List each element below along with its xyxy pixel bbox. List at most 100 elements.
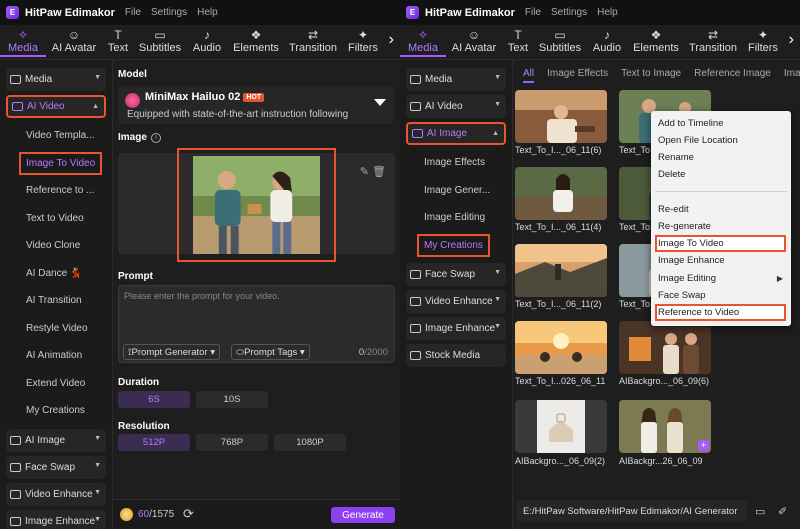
chevron-right-icon[interactable]: › <box>789 31 794 49</box>
menu-image-to-video[interactable]: Image To Video <box>655 235 786 252</box>
tool-subtitles[interactable]: ▭ Subtitles <box>134 25 186 59</box>
sidebar-item-image-enhance[interactable]: Image Enhance ▼ <box>406 317 506 340</box>
sub-item-ai-dance[interactable]: AI Dance 💃 <box>0 260 112 288</box>
menu-settings[interactable]: Settings <box>551 7 587 18</box>
menu-add-to-timeline[interactable]: Add to Timeline <box>651 115 791 132</box>
refresh-icon[interactable]: ⟳ <box>183 506 194 522</box>
caret-down-icon[interactable] <box>374 99 386 106</box>
tool-elements[interactable]: ❖ Elements <box>628 25 684 59</box>
tab-image-effects[interactable]: Image Effects <box>547 68 608 79</box>
sub-item-my-creations[interactable]: My Creations <box>0 397 112 425</box>
menu-open-file-location[interactable]: Open File Location <box>651 132 791 149</box>
chevron-down-icon: ▼ <box>494 323 501 330</box>
thumb-9[interactable] <box>515 400 607 453</box>
tool-subtitles[interactable]: ▭ Subtitles <box>534 25 586 59</box>
sub-item-video-clone[interactable]: Video Clone <box>0 232 112 260</box>
menu-re-generate[interactable]: Re-generate <box>651 218 791 235</box>
sidebar-item-media[interactable]: Media ▼ <box>6 68 106 91</box>
sub-item-ai-animation[interactable]: AI Animation <box>0 342 112 370</box>
menu-delete[interactable]: Delete <box>651 166 791 183</box>
thumb-7[interactable] <box>515 321 607 374</box>
sub-item-reference-to-video[interactable]: Reference to ... <box>0 177 112 205</box>
resolution-768p[interactable]: 768P <box>196 434 268 451</box>
info-icon[interactable]: i <box>150 133 161 143</box>
sub-item-image-generator[interactable]: Image Gener... <box>400 177 512 205</box>
sidebar-item-media[interactable]: Media ▼ <box>406 68 506 91</box>
sub-item-restyle-video[interactable]: Restyle Video <box>0 315 112 343</box>
menu-image-enhance[interactable]: Image Enhance <box>651 252 791 269</box>
sidebar-item-ai-image[interactable]: AI Image ▼ <box>6 428 106 452</box>
menu-help[interactable]: Help <box>597 7 618 18</box>
sidebar-item-video-enhance[interactable]: Video Enhance ▼ <box>6 482 106 506</box>
stock-media-icon <box>410 351 421 360</box>
sub-item-image-to-video[interactable]: Image To Video <box>0 150 112 178</box>
add-icon[interactable]: + <box>698 440 709 451</box>
tool-transition[interactable]: ⇄ Transition <box>684 25 742 59</box>
thumb-1[interactable] <box>515 90 607 143</box>
tab-reference-image[interactable]: Reference Image <box>694 68 771 79</box>
duration-10s[interactable]: 10S <box>196 391 268 408</box>
menu-image-editing[interactable]: Image Editing ▶ <box>651 270 791 287</box>
sidebar-item-ai-video[interactable]: AI Video ▲ <box>6 95 106 118</box>
sidebar-item-stock-media[interactable]: Stock Media <box>406 344 506 367</box>
clean-icon[interactable]: ✐ <box>778 505 787 518</box>
thumb-6-label: Text_To <box>619 299 651 309</box>
tool-elements[interactable]: ❖ Elements <box>228 25 284 59</box>
sidebar-item-ai-video[interactable]: AI Video ▼ <box>406 95 506 118</box>
tool-audio[interactable]: ♪ Audio <box>186 25 228 59</box>
tool-ai-avatar[interactable]: ☺ AI Avatar <box>46 25 102 59</box>
menu-file[interactable]: File <box>525 7 541 18</box>
sidebar-item-image-enhance[interactable]: Image Enhance ▼ <box>6 509 106 529</box>
sub-item-image-effects[interactable]: Image Effects <box>400 149 512 177</box>
sidebar-item-face-swap[interactable]: Face Swap ▼ <box>6 455 106 479</box>
menu-reference-to-video[interactable]: Reference to Video <box>655 304 786 321</box>
tool-filters[interactable]: ✦ Filters <box>342 25 384 59</box>
image-upload-area[interactable]: ✎ 🗑 <box>118 148 395 262</box>
tool-ai-avatar[interactable]: ☺ AI Avatar <box>446 25 502 59</box>
output-path-field[interactable]: E:/HitPaw Software/HitPaw Edimakor/AI Ge… <box>517 500 747 522</box>
thumb-3[interactable] <box>515 167 607 220</box>
tab-all[interactable]: All <box>523 68 535 83</box>
sidebar-item-video-enhance[interactable]: Video Enhance ▼ <box>406 290 506 313</box>
menu-file[interactable]: File <box>125 7 141 18</box>
chevron-down-icon: ▼ <box>94 515 101 523</box>
sub-item-text-to-video[interactable]: Text to Video <box>0 205 112 233</box>
resolution-1080p[interactable]: 1080P <box>274 434 346 451</box>
model-selector[interactable]: MiniMax Hailuo 02 HOT Equipped with state… <box>118 86 394 124</box>
open-folder-icon[interactable]: ▭ <box>755 505 765 518</box>
sidebar-item-face-swap[interactable]: Face Swap ▼ <box>406 263 506 286</box>
menu-face-swap[interactable]: Face Swap <box>651 287 791 304</box>
menu-settings[interactable]: Settings <box>151 7 187 18</box>
tool-audio[interactable]: ♪ Audio <box>586 25 628 59</box>
sub-item-video-templates[interactable]: Video Templa... <box>0 122 112 150</box>
menu-help[interactable]: Help <box>197 7 218 18</box>
sidebar-item-ai-image[interactable]: AI Image ▲ <box>406 122 506 145</box>
thumb-10[interactable]: + <box>619 400 711 453</box>
thumb-8[interactable] <box>619 321 711 374</box>
sub-item-my-creations[interactable]: My Creations <box>400 232 512 260</box>
generate-button[interactable]: Generate <box>331 507 395 523</box>
prompt-input[interactable]: Please enter the prompt for your video. … <box>118 285 395 363</box>
resolution-512p[interactable]: 512P <box>118 434 190 451</box>
sub-item-extend-video[interactable]: Extend Video <box>0 370 112 398</box>
tool-media[interactable]: ✧ Media <box>400 25 446 59</box>
sub-item-ai-transition[interactable]: AI Transition <box>0 287 112 315</box>
prompt-tags-button[interactable]: ⬭ Prompt Tags ▾ <box>231 344 310 360</box>
title-bar: E HitPaw Edimakor File Settings Help <box>400 0 800 25</box>
tool-transition[interactable]: ⇄ Transition <box>284 25 342 59</box>
tab-text-to-image[interactable]: Text to Image <box>621 68 681 79</box>
menu-re-edit[interactable]: Re-edit <box>651 201 791 218</box>
menu-rename[interactable]: Rename <box>651 149 791 166</box>
tool-media[interactable]: ✧ Media <box>0 25 46 59</box>
tool-text[interactable]: T Text <box>102 25 134 59</box>
tool-text[interactable]: T Text <box>502 25 534 59</box>
tab-more[interactable]: Ima <box>784 68 800 79</box>
prompt-generator-button[interactable]: ⟟ Prompt Generator ▾ <box>123 344 220 360</box>
chevron-down-icon: ▼ <box>494 74 501 81</box>
sub-item-image-editing[interactable]: Image Editing <box>400 204 512 232</box>
image-edit-delete-icons[interactable]: ✎ 🗑 <box>360 165 386 178</box>
thumb-5[interactable] <box>515 244 607 297</box>
duration-6s[interactable]: 6S <box>118 391 190 408</box>
chevron-right-icon[interactable]: › <box>389 31 394 49</box>
tool-filters[interactable]: ✦ Filters <box>742 25 784 59</box>
